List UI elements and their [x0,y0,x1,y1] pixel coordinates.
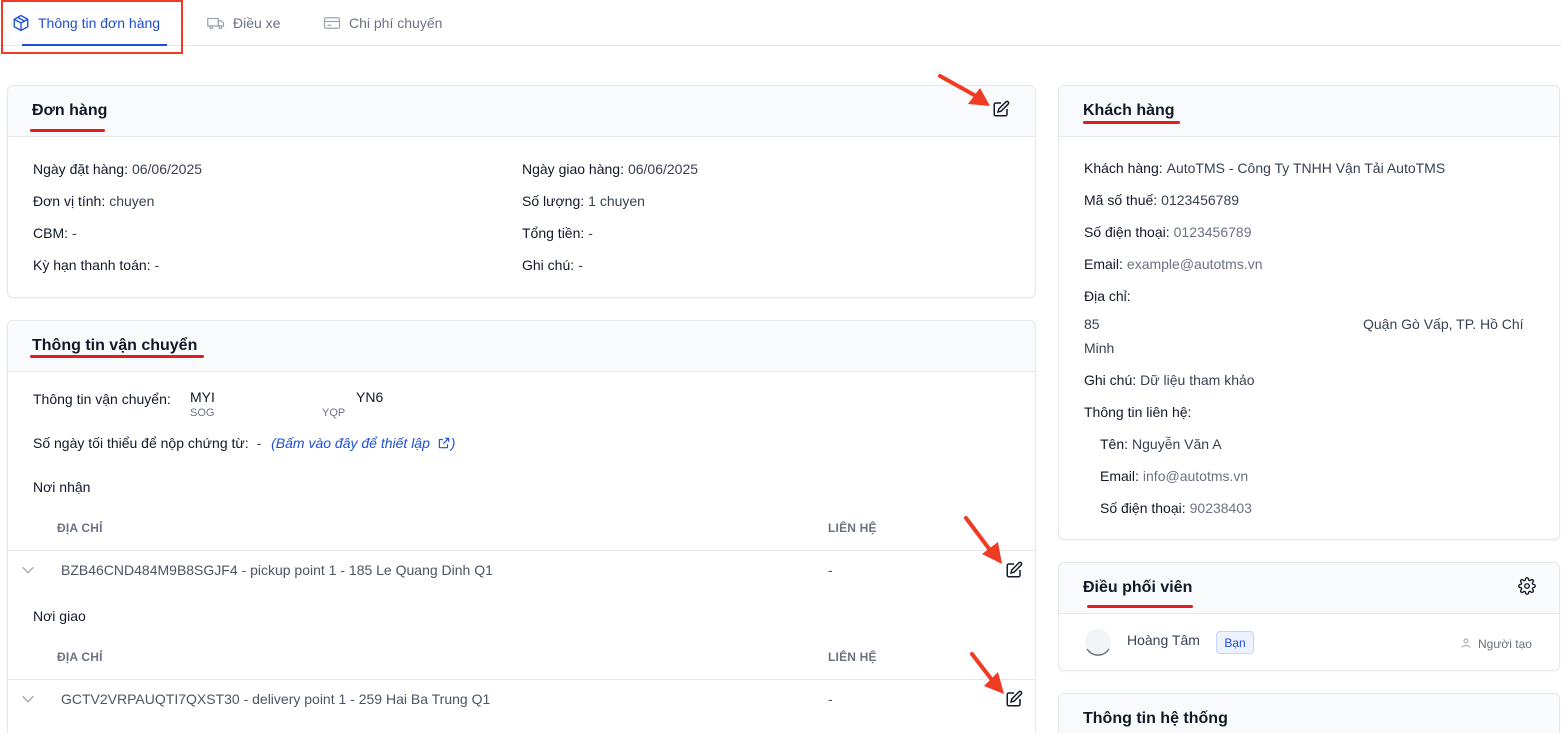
delivery-address: GCTV2VRPAUQTI7QXST30 - delivery point 1 … [61,691,491,707]
chevron-down-icon [22,695,34,703]
quantity-field: Số lượng: 1 chuyen [522,193,645,209]
divider [8,679,1035,680]
card-icon [323,17,341,29]
shipping-info-label: Thông tin vận chuyển: [33,391,171,407]
delivery-col-address: ĐỊA CHỈ [57,650,103,664]
dispatcher-title: Điều phối viên [1083,579,1193,596]
annotation-underline [30,129,105,132]
shipping-title: Thông tin vận chuyển [32,337,198,354]
dispatcher-role: Người tạo [1460,637,1532,651]
order-date-field: Ngày đặt hàng: 06/06/2025 [33,161,203,177]
customer-card: Khách hàng Khách hàng: AutoTMS - Công Ty … [1058,85,1560,540]
route-from-sub: SOG [190,407,215,419]
delivery-contact: - [828,691,833,707]
annotation-underline [1087,605,1193,608]
payment-term-field: Kỳ hạn thanh toán: - [33,257,160,273]
expand-pickup-row-button[interactable] [18,560,38,580]
annotation-arrow [938,74,990,106]
annotation-arrow [964,516,1002,564]
customer-phone-field: Số điện thoại: 0123456789 [1084,224,1252,240]
customer-note-field: Ghi chú: Dữ liệu tham khảo [1084,372,1255,388]
dispatcher-card-header: Điều phối viên [1059,563,1559,614]
avatar [1085,629,1111,656]
order-card: Đơn hàng Ngày đặt hàng: 06/06/2025 Ngày g… [7,85,1036,298]
order-title: Đơn hàng [32,102,108,119]
delivery-section-title: Nơi giao [33,608,86,624]
order-card-header: Đơn hàng [8,86,1035,137]
annotation-arrow [970,652,1004,694]
min-days-field: Số ngày tối thiểu để nộp chứng từ: - (Bấ… [33,435,456,451]
total-field: Tổng tiền: - [522,225,593,241]
order-note-field: Ghi chú: - [522,257,583,273]
customer-name-field: Khách hàng: AutoTMS - Công Ty TNHH Vận Tả… [1084,160,1446,176]
expand-delivery-row-button[interactable] [18,689,38,709]
contact-info-label: Thông tin liên hệ: [1084,404,1192,420]
edit-icon [1006,561,1023,578]
pickup-contact: - [828,562,833,578]
delivery-date-field: Ngày giao hàng: 06/06/2025 [522,161,699,177]
route-to-sub: YQP [322,407,346,419]
route-to-code: YN6 [356,389,384,405]
shipping-card-header: Thông tin vận chuyển [8,321,1035,372]
pickup-address: BZB46CND484M9B8SGJF4 - pickup point 1 - … [61,562,493,578]
user-icon [1461,638,1471,648]
contact-phone-field: Số điện thoại: 90238403 [1100,500,1252,516]
customer-address-label: Địa chỉ: [1084,288,1131,304]
unit-field: Đơn vị tính: chuyen [33,193,155,209]
pickup-section-title: Nơi nhận [33,479,91,495]
tab-dispatch[interactable]: Điều xe [207,0,280,46]
customer-address-number: 85 [1084,316,1100,332]
edit-icon [993,100,1010,117]
route-from-code: MYI [190,389,215,405]
setup-link[interactable]: (Bấm vào đây để thiết lập ) [271,435,455,451]
customer-address-city: Minh [1084,340,1115,356]
chevron-down-icon [22,566,34,574]
customer-email-field: Email: example@autotms.vn [1084,256,1263,272]
system-info-card-header: Thông tin hệ thống [1059,694,1559,733]
customer-card-header: Khách hàng [1059,86,1559,137]
edit-order-button[interactable] [991,99,1011,119]
delivery-col-contact: LIÊN HỆ [828,650,877,664]
system-info-title: Thông tin hệ thống [1083,710,1228,727]
tab-label: Chi phí chuyến [349,15,443,31]
customer-title: Khách hàng [1083,102,1175,119]
annotation-highlight-box [1,0,183,54]
truck-icon [207,17,225,30]
shipping-card: Thông tin vận chuyển Thông tin vận chuyể… [7,320,1036,733]
cbm-field: CBM: - [33,225,77,241]
contact-name-field: Tên: Nguyễn Văn A [1100,436,1222,452]
you-badge: Bạn [1216,631,1254,654]
system-info-card: Thông tin hệ thống [1058,693,1560,733]
annotation-underline [30,355,204,358]
tab-bar: Thông tin đơn hàng Điều xe Chi phí chuyế… [0,0,1561,46]
dispatcher-name: Hoàng Tâm [1127,632,1200,648]
divider [8,550,1035,551]
dispatcher-card: Điều phối viên Hoàng Tâm Người tạo [1058,562,1560,671]
pickup-col-address: ĐỊA CHỈ [57,521,103,535]
dispatcher-settings-button[interactable] [1517,576,1537,596]
annotation-underline [1083,121,1180,124]
customer-tax-field: Mã số thuế: 0123456789 [1084,192,1240,208]
external-link-icon [438,437,450,449]
tab-label: Điều xe [233,15,281,31]
gear-icon [1518,577,1536,595]
edit-pickup-button[interactable] [1004,560,1024,580]
pickup-col-contact: LIÊN HỆ [828,521,877,535]
customer-address-district: Quận Gò Vấp, TP. Hồ Chí [1363,316,1524,332]
contact-email-field: Email: info@autotms.vn [1100,468,1249,484]
tab-trip-cost[interactable]: Chi phí chuyến [323,0,442,46]
